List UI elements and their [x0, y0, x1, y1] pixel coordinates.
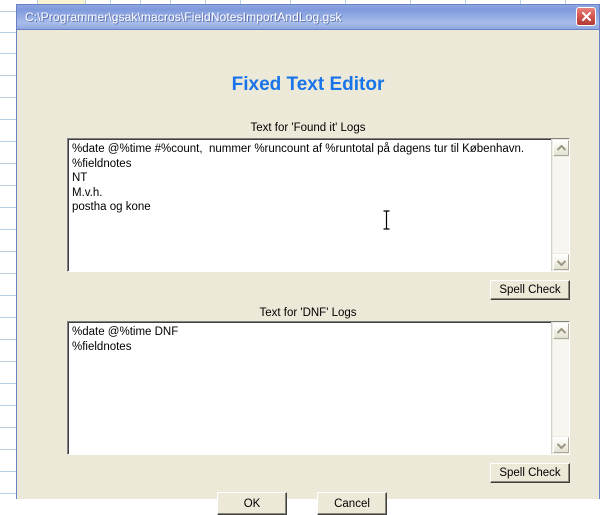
found-logs-label: Text for 'Found it' Logs	[250, 122, 366, 134]
dnf-logs-scrollbar[interactable]	[551, 322, 569, 454]
found-logs-textarea[interactable]: %date @%time #%count, nummer %runcount a…	[67, 138, 570, 272]
background-grid-line	[0, 383, 16, 384]
background-grid-line	[0, 207, 16, 208]
scroll-up-arrow-icon[interactable]	[553, 323, 569, 339]
scroll-down-arrow-icon[interactable]	[553, 437, 569, 453]
background-grid-line	[0, 449, 16, 450]
title-bar[interactable]: C:\Programmer\gsak\macros\FieldNotesImpo…	[17, 5, 599, 30]
background-grid-line	[0, 251, 16, 252]
dnf-logs-textarea[interactable]: %date @%time DNF %fieldnotes	[67, 321, 570, 455]
page-title: Fixed Text Editor	[231, 74, 385, 95]
background-grid-line	[0, 493, 16, 494]
background-grid-line	[0, 427, 16, 428]
background-grid-line	[0, 229, 16, 230]
dnf-logs-scrollbar-track[interactable]	[553, 340, 569, 436]
background-grid-line	[0, 405, 16, 406]
background-grid-line	[0, 185, 16, 186]
scroll-down-arrow-icon[interactable]	[553, 254, 569, 270]
scroll-up-arrow-icon[interactable]	[553, 140, 569, 156]
background-grid-line	[0, 471, 16, 472]
spell-check-button-found[interactable]: Spell Check	[490, 280, 570, 300]
background-grid-line	[0, 32, 16, 33]
background-grid-line	[0, 339, 16, 340]
background-grid-line	[0, 75, 16, 76]
found-logs-scrollbar[interactable]	[551, 139, 569, 271]
spell-check-button-dnf[interactable]: Spell Check	[490, 463, 570, 483]
background-grid-line	[0, 97, 16, 98]
found-logs-scrollbar-track[interactable]	[553, 157, 569, 253]
background-grid-line	[0, 273, 16, 274]
close-icon[interactable]	[576, 7, 596, 26]
cancel-button[interactable]: Cancel	[317, 492, 387, 515]
dnf-logs-label: Text for 'DNF' Logs	[259, 307, 357, 319]
background-grid-line	[0, 317, 16, 318]
fixed-text-editor-dialog: C:\Programmer\gsak\macros\FieldNotesImpo…	[16, 4, 600, 515]
background-grid-line	[0, 53, 16, 54]
dialog-client-area: Fixed Text Editor Text for 'Found it' Lo…	[17, 30, 599, 515]
found-logs-text-area-inner[interactable]: %date @%time #%count, nummer %runcount a…	[68, 139, 551, 271]
background-grid-line	[0, 119, 16, 120]
background-grid-line	[0, 141, 16, 142]
window-title: C:\Programmer\gsak\macros\FieldNotesImpo…	[25, 10, 342, 24]
dnf-logs-text-area-inner[interactable]: %date @%time DNF %fieldnotes	[68, 322, 551, 454]
dnf-logs-text: %date @%time DNF %fieldnotes	[72, 326, 179, 353]
background-grid-line	[0, 163, 16, 164]
found-logs-text: %date @%time #%count, nummer %runcount a…	[72, 143, 525, 214]
ok-button[interactable]: OK	[217, 492, 287, 515]
background-grid-line	[0, 361, 16, 362]
background-grid-line	[0, 295, 16, 296]
background-grid-line	[0, 11, 16, 12]
